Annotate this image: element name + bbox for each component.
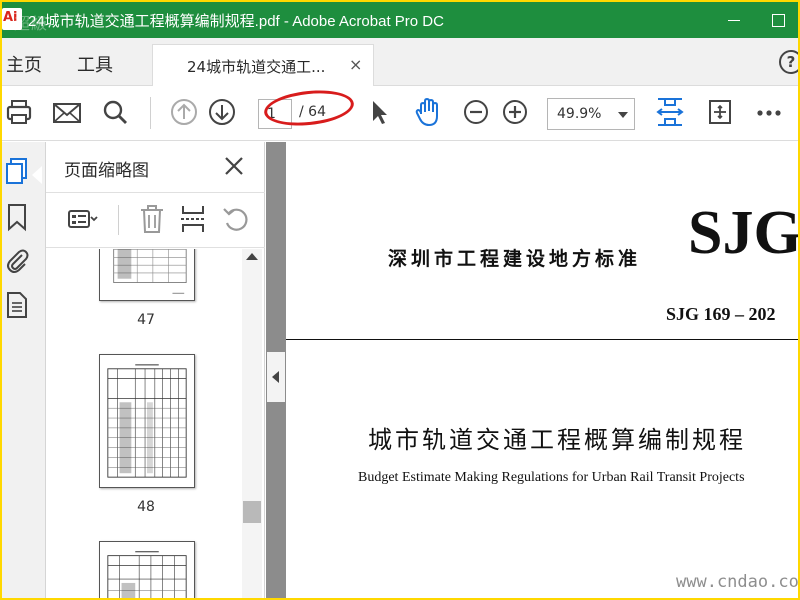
panel-title: 页面缩略图	[64, 161, 149, 181]
thumbnail-page-48[interactable]	[99, 354, 195, 488]
document-title-chinese: 城市轨道交通工程概算编制规程	[368, 426, 746, 454]
options-menu-icon[interactable]	[66, 203, 98, 235]
thumbnail-panel: 页面缩略图 47 48	[46, 142, 265, 598]
standard-number: SJG 169 – 202	[666, 304, 776, 324]
page-thumbnails-icon[interactable]	[4, 156, 30, 186]
more-options-icon[interactable]	[754, 96, 784, 128]
thumbnail-tools	[46, 192, 265, 248]
active-indicator	[32, 166, 42, 184]
scrollbar-thumb[interactable]	[243, 501, 261, 523]
close-tab-button[interactable]: ×	[349, 55, 362, 74]
tab-tools[interactable]: 工具	[77, 51, 113, 77]
thumbnail-page-49[interactable]	[99, 541, 195, 598]
navigation-rail	[2, 142, 46, 598]
site-watermark: www.cndao.com	[676, 572, 798, 592]
insert-page-icon[interactable]	[177, 203, 209, 235]
thumbnail-list: 47 48	[46, 249, 246, 598]
standard-organization: 深圳市工程建设地方标准	[388, 248, 642, 270]
standard-prefix: SJG	[688, 199, 798, 267]
tab-home[interactable]: 主页	[6, 51, 42, 77]
tab-document[interactable]: 24城市轨道交通工... ×	[152, 44, 374, 86]
print-icon[interactable]	[4, 96, 34, 128]
delete-icon[interactable]	[136, 203, 168, 235]
window-title: 24城市轨道交通工程概算编制规程.pdf - Adobe Acrobat Pro…	[28, 13, 444, 30]
bookmark-icon[interactable]	[4, 202, 30, 232]
collapse-panel-button[interactable]	[267, 352, 285, 402]
chevron-down-icon	[618, 112, 628, 118]
thumbnail-scrollbar[interactable]	[242, 249, 262, 598]
next-page-icon[interactable]	[207, 96, 237, 128]
previous-page-icon[interactable]	[169, 96, 199, 128]
zoom-in-icon[interactable]	[500, 96, 530, 128]
thumbnail-label: 47	[137, 312, 155, 328]
fit-page-icon[interactable]	[655, 96, 685, 128]
toolbar: 1 / 64 49.9%	[2, 86, 798, 141]
search-icon[interactable]	[100, 96, 130, 128]
document-title-english: Budget Estimate Making Regulations for U…	[358, 470, 745, 485]
select-cursor-icon[interactable]	[364, 96, 394, 128]
divider	[286, 339, 798, 340]
document-tab-label: 24城市轨道交通工...	[187, 58, 326, 76]
app-window: Ai 超級 24城市轨道交通工程概算编制规程.pdf - Adobe Acrob…	[2, 2, 798, 598]
maximize-button[interactable]	[764, 6, 792, 34]
hand-tool-icon[interactable]	[413, 96, 443, 128]
zoom-select[interactable]: 49.9%	[547, 98, 635, 130]
rotate-view-icon[interactable]	[705, 96, 735, 128]
minimize-button[interactable]	[720, 6, 748, 34]
zoom-out-icon[interactable]	[461, 96, 491, 128]
attachment-icon[interactable]	[4, 245, 30, 275]
email-icon[interactable]	[52, 96, 82, 128]
undo-icon[interactable]	[220, 203, 252, 235]
close-icon[interactable]	[222, 154, 246, 178]
document-view: 深圳市工程建设地方标准 SJG SJG 169 – 202 城市轨道交通工程概算…	[266, 142, 798, 598]
title-bar: Ai 超級 24城市轨道交通工程概算编制规程.pdf - Adobe Acrob…	[2, 2, 798, 38]
zoom-value: 49.9%	[557, 106, 602, 122]
thumbnail-label: 48	[137, 499, 155, 515]
pdf-page: 深圳市工程建设地方标准 SJG SJG 169 – 202 城市轨道交通工程概算…	[286, 142, 798, 598]
thumbnail-page-47[interactable]	[99, 249, 195, 301]
help-icon[interactable]: ?	[779, 50, 798, 74]
layers-icon[interactable]	[4, 290, 30, 320]
tab-bar: 主页 工具 24城市轨道交通工... × ?	[2, 38, 798, 86]
scroll-up-icon[interactable]	[246, 253, 258, 260]
